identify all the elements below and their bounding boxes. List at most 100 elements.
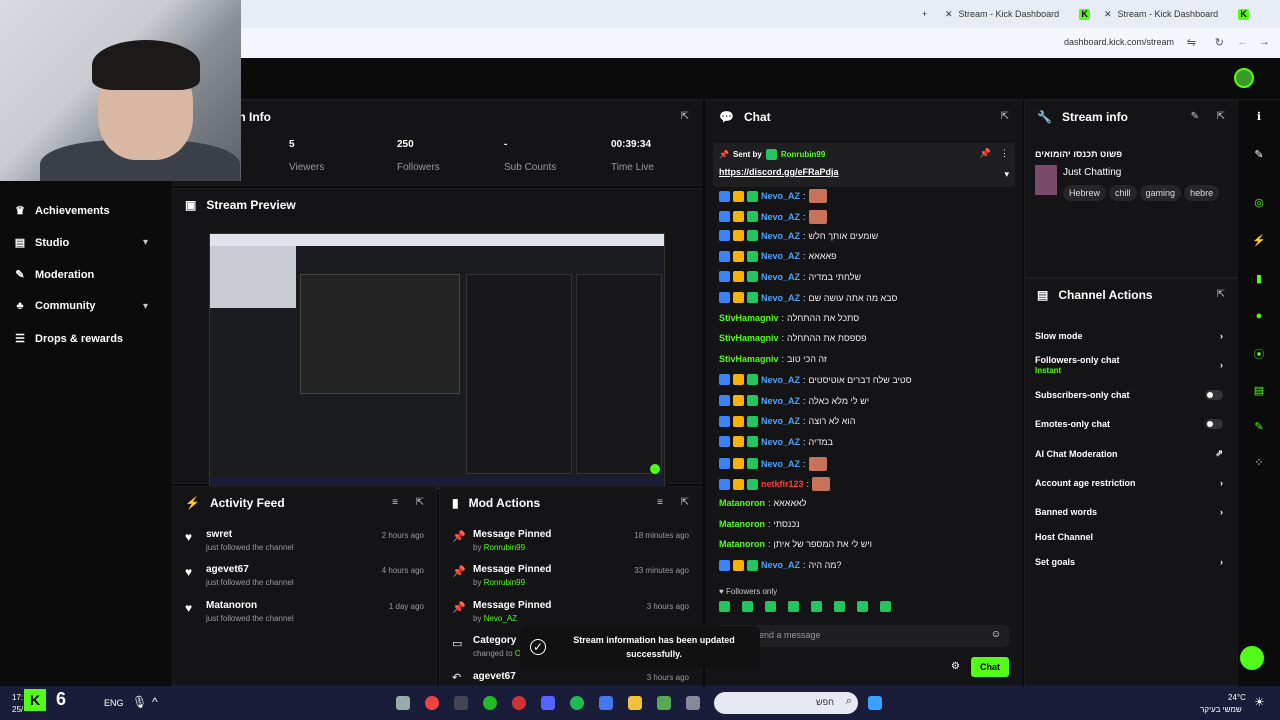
emote-icon[interactable] <box>834 601 845 612</box>
filter-icon[interactable]: ≡ <box>657 497 663 508</box>
browser-tab-2[interactable]: ✕ Stream - Kick Dashboard K <box>1104 4 1250 24</box>
set-goals-row[interactable]: Set goals › <box>1035 557 1223 567</box>
forward-icon[interactable]: → <box>1259 36 1270 48</box>
chat-username[interactable]: Matanoron <box>719 498 765 508</box>
host-channel-row[interactable]: Host Channel <box>1035 532 1223 542</box>
chevron-down-icon[interactable]: ▾ <box>1004 169 1009 180</box>
chat-username[interactable]: Nevo_AZ <box>761 191 800 201</box>
chat-icon[interactable]: ● <box>1251 310 1267 326</box>
weather-icon[interactable]: ☀ <box>1254 695 1265 709</box>
mod-user[interactable]: Ronrubin99 <box>484 578 525 587</box>
emote-icon[interactable] <box>742 601 753 612</box>
filter-icon[interactable]: ≡ <box>392 497 398 508</box>
chat-username[interactable]: Nevo_AZ <box>761 251 800 261</box>
emote-icon[interactable] <box>880 601 891 612</box>
channel-icon[interactable]: ▤ <box>1251 384 1267 400</box>
drag-icon[interactable]: ⁘ <box>1251 456 1267 472</box>
chat-username[interactable]: Nevo_AZ <box>761 231 800 241</box>
chat-username[interactable]: Nevo_AZ <box>761 212 800 222</box>
opera-icon[interactable] <box>512 696 526 710</box>
spotify-icon[interactable] <box>570 696 584 710</box>
close-icon[interactable]: ✕ <box>1104 9 1112 20</box>
chat-username[interactable]: Nevo_AZ <box>761 437 800 447</box>
avatar[interactable] <box>1234 68 1254 88</box>
sidebar-item-achievements[interactable]: ♛ Achievements <box>14 204 110 218</box>
lightning-icon[interactable]: ⚡ <box>1251 234 1267 250</box>
chrome-icon[interactable] <box>425 696 439 710</box>
chat-username[interactable]: Nevo_AZ <box>761 459 800 469</box>
emoji-icon[interactable]: ☺ <box>991 629 1001 640</box>
focus-icon[interactable]: ◎ <box>1251 196 1267 212</box>
chat-username[interactable]: StivHamagniv <box>719 354 779 364</box>
chat-username[interactable]: Nevo_AZ <box>761 560 800 570</box>
banned-words-row[interactable]: Banned words › <box>1035 507 1223 517</box>
chat-username[interactable]: Nevo_AZ <box>761 272 800 282</box>
edit-icon[interactable]: ✎ <box>1191 111 1199 122</box>
popout-icon[interactable]: ⇱ <box>1217 111 1225 122</box>
chat-username[interactable]: Nevo_AZ <box>761 293 800 303</box>
folder-icon[interactable] <box>628 696 642 710</box>
popout-icon[interactable]: ⇱ <box>416 497 424 508</box>
browser-tab-1[interactable]: ✕ Stream - Kick Dashboard K <box>945 4 1091 24</box>
chat-username[interactable]: Matanoron <box>719 519 765 529</box>
slow-mode-row[interactable]: Slow mode › <box>1035 331 1223 341</box>
discord-icon[interactable] <box>541 696 555 710</box>
new-tab-button[interactable]: + <box>922 4 927 24</box>
pin-icon[interactable]: 📌 <box>980 148 991 159</box>
stream-preview-video[interactable] <box>209 233 665 489</box>
popout-icon[interactable]: ⇱ <box>1217 289 1225 300</box>
taskbar-search[interactable]: חפש ⌕ <box>714 692 858 714</box>
mod-user[interactable]: Nevo_AZ <box>484 614 517 623</box>
chat-username[interactable]: Nevo_AZ <box>761 375 800 385</box>
windows-start-icon[interactable] <box>868 696 882 710</box>
broadcast-icon[interactable]: ⦿ <box>1251 346 1267 362</box>
followers-only-row[interactable]: Followers-only chat Instant › <box>1035 355 1223 375</box>
chat-username[interactable]: StivHamagniv <box>719 333 779 343</box>
close-icon[interactable]: ✕ <box>945 9 953 20</box>
app-icon[interactable] <box>686 696 700 710</box>
emote-icon[interactable] <box>857 601 868 612</box>
language-indicator[interactable]: ENG <box>104 698 124 708</box>
popout-icon[interactable]: ⇱ <box>681 111 689 122</box>
more-icon[interactable]: ⋮ <box>1000 148 1009 159</box>
popout-icon[interactable]: ⇱ <box>681 497 689 508</box>
mod-user[interactable]: Ronrubin99 <box>484 543 525 552</box>
edit-icon[interactable]: ✎ <box>1251 148 1267 164</box>
pinned-link[interactable]: https://discord.gg/eFRaPdja <box>719 167 839 177</box>
chat-username[interactable]: StivHamagniv <box>719 313 779 323</box>
app-icon[interactable] <box>454 696 468 710</box>
pinned-user[interactable]: Ronrubin99 <box>781 150 825 159</box>
sidebar-item-studio[interactable]: ▤ Studio <box>14 236 69 250</box>
chat-username[interactable]: netkfir123 <box>761 479 804 489</box>
settings-icon[interactable] <box>396 696 410 710</box>
send-chat-button[interactable]: Chat <box>971 657 1009 677</box>
chat-username[interactable]: Nevo_AZ <box>761 396 800 406</box>
sidebar-item-drops[interactable]: ☰ Drops & rewards <box>14 332 123 346</box>
sidebar-item-community[interactable]: ♣ Community <box>14 300 95 312</box>
emote-icon[interactable] <box>719 601 730 612</box>
app-icon[interactable] <box>657 696 671 710</box>
back-icon[interactable]: ← <box>1237 36 1248 48</box>
chevron-down-icon[interactable]: ▾ <box>143 301 148 312</box>
support-button[interactable] <box>1240 646 1264 670</box>
sidebar-item-moderation[interactable]: ✎ Moderation <box>14 268 94 282</box>
chat-username[interactable]: Matanoron <box>719 539 765 549</box>
popout-icon[interactable]: ⇱ <box>1001 111 1009 122</box>
chat-input[interactable]: end a message ☺ <box>717 625 1009 647</box>
emote-icon[interactable] <box>788 601 799 612</box>
chevron-down-icon[interactable]: ▾ <box>143 237 148 248</box>
ai-moderation-row[interactable]: AI Chat Moderation ⇗ <box>1035 448 1223 459</box>
emotes-only-toggle[interactable] <box>1205 419 1223 429</box>
account-age-row[interactable]: Account age restriction › <box>1035 478 1223 488</box>
store-icon[interactable] <box>599 696 613 710</box>
subscribers-only-toggle[interactable] <box>1205 390 1223 400</box>
tune-icon[interactable]: ⇋ <box>1187 36 1196 49</box>
wrench-icon[interactable]: ✎ <box>1251 420 1267 436</box>
pinned-message[interactable]: 📌 Sent by Ronrubin99 📌 ⋮ https://discord… <box>713 143 1015 187</box>
mic-icon[interactable]: 🎙 <box>132 695 147 709</box>
reload-icon[interactable]: ↻ <box>1215 36 1224 49</box>
document-icon[interactable]: ▮ <box>1251 272 1267 288</box>
settings-gear-icon[interactable]: ⚙ <box>951 661 960 672</box>
whatsapp-icon[interactable] <box>483 696 497 710</box>
emote-icon[interactable] <box>811 601 822 612</box>
